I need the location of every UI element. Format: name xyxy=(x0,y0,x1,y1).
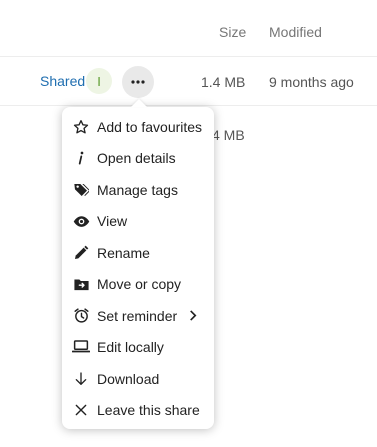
menu-item-rename[interactable]: Rename xyxy=(62,237,214,269)
file-list-view: Size Modified Shared I 1.4 MB 9 months a… xyxy=(0,0,377,447)
shared-link[interactable]: Shared xyxy=(40,73,85,89)
info-icon xyxy=(72,149,90,167)
menu-item-set-reminder[interactable]: Set reminder xyxy=(62,300,214,332)
menu-item-label: Rename xyxy=(97,244,150,261)
column-header-modified[interactable]: Modified xyxy=(269,24,322,40)
arrow-down-icon xyxy=(72,370,90,388)
menu-item-label: Move or copy xyxy=(97,276,182,293)
avatar-initial: I xyxy=(97,73,101,89)
star-outline-icon xyxy=(72,118,90,136)
menu-item-label: Add to favourites xyxy=(97,118,203,135)
close-icon xyxy=(72,401,90,419)
menu-item-move-or-copy[interactable]: Move or copy xyxy=(62,269,214,301)
eye-icon xyxy=(72,212,90,230)
alarm-icon xyxy=(72,307,90,325)
menu-item-manage-tags[interactable]: Manage tags xyxy=(62,174,214,206)
tag-icon xyxy=(72,181,90,199)
menu-item-open-details[interactable]: Open details xyxy=(62,143,214,175)
menu-item-label: Open details xyxy=(97,150,176,167)
more-actions-button[interactable] xyxy=(122,66,154,98)
menu-item-label: Set reminder xyxy=(97,307,178,324)
next-row-file-size: 4 MB xyxy=(212,127,245,143)
menu-item-label: Edit locally xyxy=(97,339,164,356)
file-size: 1.4 MB xyxy=(201,74,246,90)
menu-item-label: View xyxy=(97,213,128,230)
folder-move-icon xyxy=(72,275,90,293)
file-actions-menu: Add to favourites Open details Manage ta… xyxy=(62,107,214,429)
chevron-right-icon xyxy=(189,310,197,321)
table-header: Size Modified xyxy=(0,0,377,57)
menu-item-label: Manage tags xyxy=(97,181,178,198)
menu-item-add-to-favourites[interactable]: Add to favourites xyxy=(62,111,214,143)
menu-item-label: Download xyxy=(97,370,160,387)
ellipsis-icon xyxy=(131,80,145,84)
column-header-size[interactable]: Size xyxy=(219,24,246,40)
menu-item-leave-this-share[interactable]: Leave this share xyxy=(62,395,214,427)
laptop-icon xyxy=(72,338,90,356)
file-modified: 9 months ago xyxy=(269,74,354,90)
avatar[interactable]: I xyxy=(86,68,112,94)
menu-item-view[interactable]: View xyxy=(62,206,214,238)
table-row[interactable]: Shared I 1.4 MB 9 months ago xyxy=(0,57,377,106)
pencil-icon xyxy=(72,244,90,262)
menu-item-download[interactable]: Download xyxy=(62,363,214,395)
menu-item-edit-locally[interactable]: Edit locally xyxy=(62,332,214,364)
menu-item-label: Leave this share xyxy=(97,402,200,419)
